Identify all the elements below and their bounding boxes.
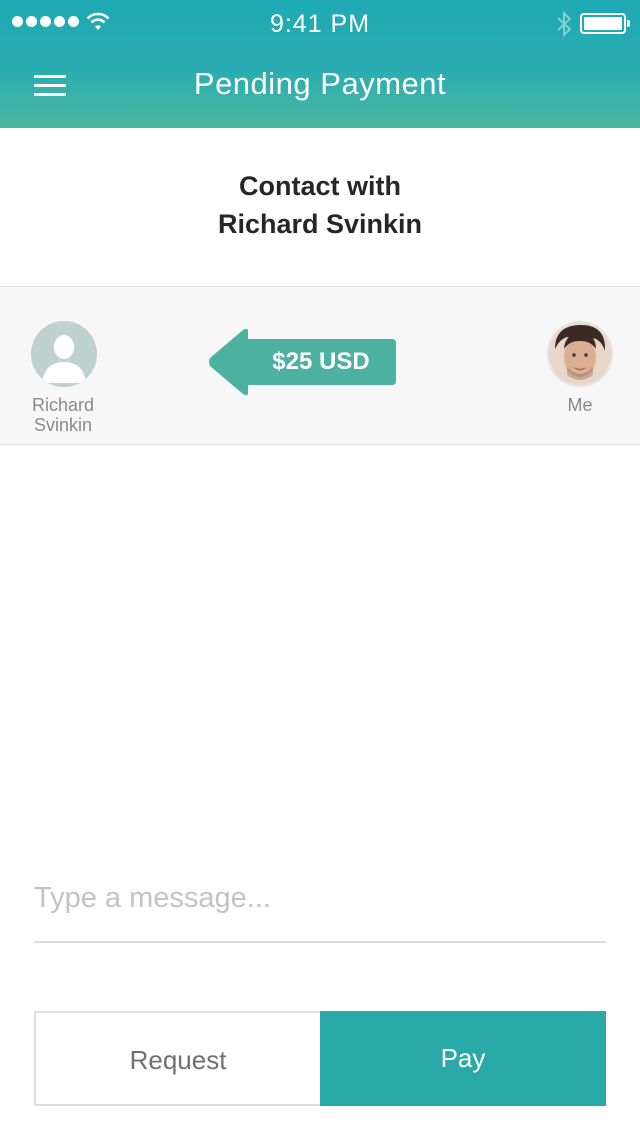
- contact-avatar-label: Richard Svinkin: [20, 395, 106, 435]
- transfer-panel: Richard Svinkin $25 USD Me: [0, 286, 640, 445]
- contact-first-name: Richard: [31, 395, 95, 415]
- contact-last-name: Svinkin: [33, 415, 93, 435]
- message-input-underline: [34, 941, 606, 943]
- battery-icon: [580, 13, 630, 34]
- page-title: Pending Payment: [193, 66, 447, 101]
- bluetooth-icon: [557, 10, 572, 38]
- request-button[interactable]: Request: [34, 1011, 320, 1106]
- my-avatar-label: Me: [567, 395, 593, 415]
- contact-name: Richard Svinkin: [217, 209, 423, 239]
- my-avatar[interactable]: [547, 321, 613, 387]
- payment-amount: $25 USD: [272, 348, 370, 375]
- contact-heading-line1: Contact with: [239, 171, 401, 201]
- pay-button[interactable]: Pay: [320, 1011, 606, 1106]
- app-header: 9:41 PM Pending Payment: [0, 0, 640, 128]
- status-time: 9:41 PM: [269, 10, 371, 38]
- contact-avatar[interactable]: [31, 321, 97, 387]
- status-bar: 9:41 PM: [0, 0, 640, 46]
- user-placeholder-icon: [31, 321, 97, 387]
- profile-photo: [549, 323, 611, 385]
- message-input[interactable]: [34, 870, 606, 926]
- contact-heading: Contact with Richard Svinkin: [0, 167, 640, 243]
